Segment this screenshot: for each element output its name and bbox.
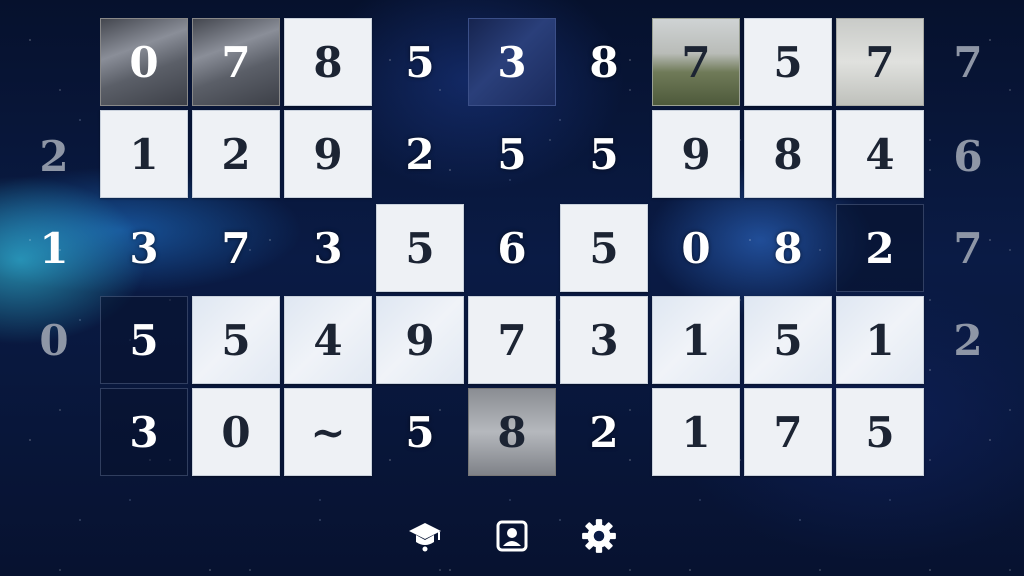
grid-tile[interactable]: 7 [744, 388, 832, 476]
grid-tile[interactable]: 3 [100, 388, 188, 476]
profile-card-icon [496, 520, 528, 552]
grid-tile[interactable]: 9 [376, 296, 464, 384]
grid-tile[interactable]: 4 [284, 296, 372, 384]
grid-tile[interactable]: 2 [836, 204, 924, 292]
grid-tile[interactable]: 6 [468, 204, 556, 292]
grid-tile[interactable]: 5 [100, 296, 188, 384]
bottom-toolbar [0, 514, 1024, 560]
right-hint: 7 [953, 37, 983, 87]
grid-tile[interactable]: 7 [836, 18, 924, 106]
grid-tile[interactable]: 5 [376, 388, 464, 476]
grid-tile[interactable]: 8 [468, 388, 556, 476]
grid-tile[interactable]: 7 [652, 18, 740, 106]
grid-tile[interactable]: 1 [836, 296, 924, 384]
grid-tile[interactable]: 5 [836, 388, 924, 476]
grid-tile[interactable]: 1 [100, 110, 188, 198]
grid-tile[interactable]: ~ [284, 388, 372, 476]
left-hint: 2 [39, 131, 69, 181]
settings-button[interactable] [577, 514, 621, 558]
grid-tile[interactable]: 8 [744, 110, 832, 198]
grid-tile[interactable]: 0 [100, 18, 188, 106]
grid-tile[interactable]: 1 [652, 296, 740, 384]
grid-tile[interactable]: 7 [192, 204, 280, 292]
grid-tile[interactable]: 3 [560, 296, 648, 384]
grid-tile[interactable]: 3 [468, 18, 556, 106]
grid-tile[interactable]: 9 [652, 110, 740, 198]
grid-tile[interactable]: 2 [376, 110, 464, 198]
right-hint: 2 [953, 315, 983, 365]
grid-tile[interactable]: 3 [284, 204, 372, 292]
gear-icon [582, 519, 616, 553]
grid-tile[interactable]: 5 [468, 110, 556, 198]
grid-tile[interactable]: 5 [744, 296, 832, 384]
left-hint: 0 [39, 315, 69, 365]
right-hint: 6 [953, 131, 983, 181]
grid-tile[interactable]: 5 [560, 110, 648, 198]
grid-tile[interactable]: 0 [192, 388, 280, 476]
grid-tile[interactable]: 9 [284, 110, 372, 198]
grid-tile[interactable]: 5 [376, 204, 464, 292]
grid-tile[interactable]: 8 [560, 18, 648, 106]
grid-tile[interactable]: 1 [652, 388, 740, 476]
grid-tile[interactable]: 4 [836, 110, 924, 198]
grid-tile[interactable]: 5 [192, 296, 280, 384]
grid-tile[interactable]: 5 [376, 18, 464, 106]
right-hint: 7 [953, 223, 983, 273]
grid-tile[interactable]: 3 [100, 204, 188, 292]
grid-tile[interactable]: 5 [744, 18, 832, 106]
grid-tile[interactable]: 7 [192, 18, 280, 106]
grid-tile[interactable]: 2 [560, 388, 648, 476]
profile-button[interactable] [490, 514, 534, 558]
grid-tile[interactable]: 2 [192, 110, 280, 198]
grid-tile[interactable]: 0 [652, 204, 740, 292]
grid-tile[interactable]: 8 [284, 18, 372, 106]
grid-tile[interactable]: 7 [468, 296, 556, 384]
grid-tile[interactable]: 5 [560, 204, 648, 292]
grid-tile[interactable]: 8 [744, 204, 832, 292]
graduation-cap-icon [409, 523, 441, 552]
number-grid: 0 7 8 5 3 8 7 5 7 1 2 9 2 5 5 9 8 4 3 7 … [100, 18, 924, 482]
left-hint: 1 [39, 223, 69, 273]
learn-button[interactable] [403, 514, 447, 558]
